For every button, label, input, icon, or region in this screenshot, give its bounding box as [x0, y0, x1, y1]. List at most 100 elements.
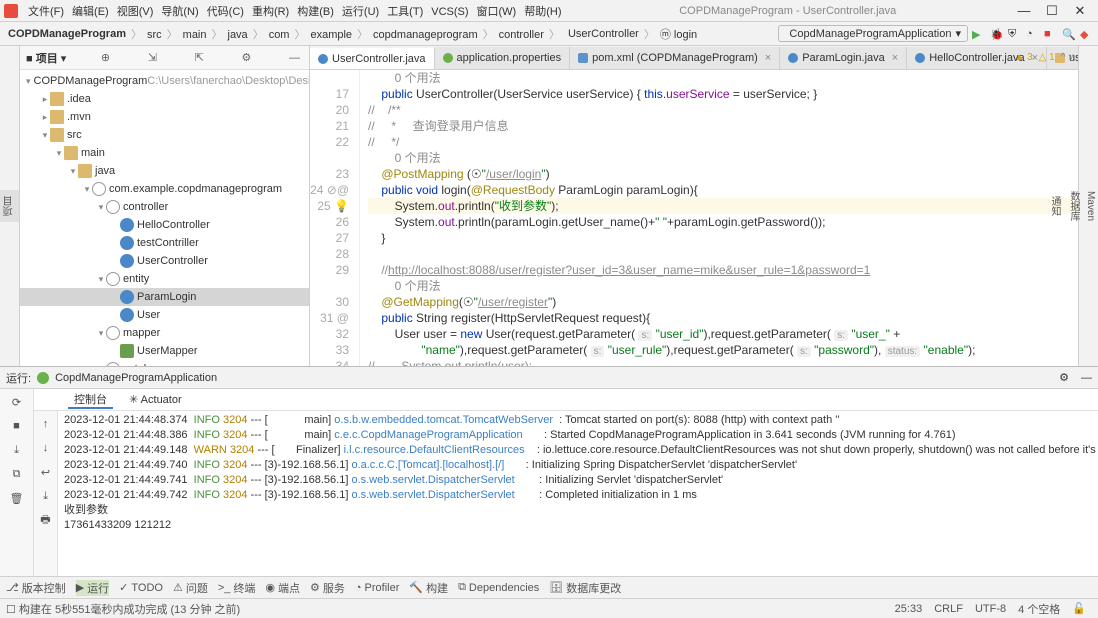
- side-tab-notifications[interactable]: 通知: [1045, 190, 1064, 222]
- bottom-tool-TODO[interactable]: ✓ TODO: [119, 581, 163, 594]
- run-hide-icon[interactable]: —: [1081, 372, 1092, 384]
- tree-node[interactable]: User: [20, 306, 309, 324]
- menu-item[interactable]: 导航(N): [157, 6, 202, 18]
- file-encoding[interactable]: UTF-8: [969, 603, 1012, 615]
- bottom-tool-Profiler[interactable]: ◔ Profiler: [355, 582, 400, 594]
- bottom-tool-Dependencies[interactable]: ⧉ Dependencies: [458, 581, 539, 594]
- minimize-button[interactable]: —: [1010, 3, 1038, 18]
- breadcrumb-segment[interactable]: example: [308, 29, 354, 41]
- tree-node[interactable]: HelloController: [20, 216, 309, 234]
- indent-info[interactable]: 4 个空格: [1012, 601, 1066, 617]
- hide-icon[interactable]: —: [286, 52, 303, 64]
- caret-position[interactable]: 25:33: [889, 603, 929, 615]
- breadcrumb-method[interactable]: ⓜ login: [658, 26, 699, 42]
- tree-node[interactable]: UserMapper: [20, 342, 309, 360]
- coverage-button[interactable]: ⛨: [1008, 28, 1020, 40]
- close-button[interactable]: ✕: [1066, 3, 1094, 19]
- editor-tab[interactable]: UserController.java: [310, 48, 435, 70]
- bottom-tool-构建[interactable]: 🔨 构建: [409, 580, 448, 596]
- print-icon[interactable]: 🖶: [37, 511, 55, 529]
- search-icon[interactable]: 🔍: [1062, 28, 1074, 40]
- tree-node[interactable]: ▾java: [20, 162, 309, 180]
- run-tab-actuator[interactable]: ✳ Actuator: [123, 393, 188, 406]
- breadcrumb-segment[interactable]: java: [226, 29, 250, 41]
- expand-icon[interactable]: ⇲: [145, 51, 160, 64]
- exit-button[interactable]: ⤓: [8, 441, 26, 459]
- menu-item[interactable]: 窗口(W): [473, 6, 521, 18]
- menu-item[interactable]: 运行(U): [338, 6, 383, 18]
- bottom-tool-终端[interactable]: >_ 终端: [218, 580, 256, 596]
- maximize-button[interactable]: ☐: [1038, 3, 1066, 19]
- bottom-tool-端点[interactable]: ◉ 端点: [265, 580, 300, 596]
- settings-icon[interactable]: ⚙: [238, 51, 254, 64]
- run-button[interactable]: ▶: [972, 28, 984, 40]
- tree-node[interactable]: ▸.idea: [20, 90, 309, 108]
- menu-bar: 文件(F)编辑(E)视图(V)导航(N)代码(C)重构(R)构建(B)运行(U)…: [0, 0, 1098, 22]
- bottom-tool-问题[interactable]: ⚠ 问题: [173, 580, 208, 596]
- code-editor[interactable]: 172021222324 ⊘@25 💡262728293031 @3233343…: [310, 70, 1078, 366]
- breadcrumb-project[interactable]: COPDManageProgram: [6, 28, 128, 40]
- tree-node[interactable]: ParamLogin: [20, 288, 309, 306]
- run-tab-console[interactable]: 控制台: [68, 391, 113, 409]
- breadcrumb-segment[interactable]: com: [267, 29, 292, 41]
- close-tab-icon[interactable]: ×: [892, 52, 898, 64]
- debug-button[interactable]: 🐞: [990, 28, 1002, 40]
- tree-node[interactable]: ▾src: [20, 126, 309, 144]
- tree-node[interactable]: ▾COPDManageProgram C:\Users\fanerchao\De…: [20, 72, 309, 90]
- tree-node[interactable]: UserController: [20, 252, 309, 270]
- menu-item[interactable]: 重构(R): [248, 6, 293, 18]
- bottom-tool-服务[interactable]: ⚙ 服务: [310, 580, 345, 596]
- tree-node[interactable]: ▾controller: [20, 198, 309, 216]
- run-settings-icon[interactable]: ⚙: [1059, 371, 1069, 384]
- menu-item[interactable]: 帮助(H): [520, 6, 565, 18]
- menu-item[interactable]: 文件(F): [24, 6, 68, 18]
- breadcrumb-segment[interactable]: controller: [497, 29, 546, 41]
- tree-node[interactable]: ▾mapper: [20, 324, 309, 342]
- line-separator[interactable]: CRLF: [928, 603, 969, 615]
- editor-tab[interactable]: ParamLogin.java×: [780, 47, 907, 69]
- select-opened-icon[interactable]: ⊕: [98, 51, 113, 64]
- menu-item[interactable]: 构建(B): [293, 6, 338, 18]
- menu-item[interactable]: VCS(S): [427, 6, 472, 18]
- bottom-tool-版本控制[interactable]: ⎇ 版本控制: [6, 580, 66, 596]
- console-output[interactable]: 2023-12-01 21:44:48.374 INFO 3204 --- [ …: [58, 411, 1098, 576]
- scroll-up-icon[interactable]: ↑: [37, 415, 55, 433]
- menu-item[interactable]: 编辑(E): [68, 6, 113, 18]
- tree-node[interactable]: testContriller: [20, 234, 309, 252]
- bottom-tool-数据库更改[interactable]: 🗄 数据库更改: [549, 580, 621, 596]
- side-tab-maven[interactable]: Maven: [1083, 185, 1098, 227]
- tree-node[interactable]: ▾main: [20, 144, 309, 162]
- layout-button[interactable]: ⧉: [8, 465, 26, 483]
- stop-button[interactable]: ■: [1044, 28, 1056, 40]
- tree-node[interactable]: ▾entity: [20, 270, 309, 288]
- soft-wrap-icon[interactable]: ↩: [37, 463, 55, 481]
- menu-item[interactable]: 视图(V): [113, 6, 158, 18]
- breadcrumb-segment[interactable]: src: [145, 29, 164, 41]
- tree-node[interactable]: ▾com.example.copdmanageprogram: [20, 180, 309, 198]
- stop-run-button[interactable]: ■: [8, 417, 26, 435]
- readonly-icon[interactable]: 🔓: [1066, 602, 1092, 615]
- inspection-summary[interactable]: ▲ 3 △ 1 ^ ˅: [1014, 52, 1074, 63]
- editor-tab[interactable]: pom.xml (COPDManageProgram)×: [570, 47, 780, 69]
- left-tool-stripe: 项目 书签 结构: [0, 46, 20, 366]
- project-tree[interactable]: ▾COPDManageProgram C:\Users\fanerchao\De…: [20, 70, 309, 366]
- side-tab-database[interactable]: 数据库: [1064, 185, 1083, 227]
- more-icon[interactable]: ◆: [1080, 28, 1092, 40]
- scroll-end-icon[interactable]: ⤓: [37, 487, 55, 505]
- scroll-down-icon[interactable]: ↓: [37, 439, 55, 457]
- close-tab-icon[interactable]: ×: [765, 52, 771, 64]
- rerun-button[interactable]: ⟳: [8, 393, 26, 411]
- menu-item[interactable]: 代码(C): [203, 6, 248, 18]
- breadcrumb-file[interactable]: UserController: [563, 28, 641, 40]
- breadcrumb-segment[interactable]: main: [181, 29, 209, 41]
- bottom-tool-运行[interactable]: ▶ 运行: [76, 580, 109, 596]
- run-config-selector[interactable]: CopdManageProgramApplication ▾: [778, 25, 968, 42]
- trash-button[interactable]: 🗑: [8, 489, 26, 507]
- profile-button[interactable]: ◔: [1026, 28, 1038, 40]
- breadcrumb-segment[interactable]: copdmanageprogram: [371, 29, 480, 41]
- editor-tab[interactable]: application.properties: [435, 47, 571, 69]
- side-tab-project[interactable]: 项目: [0, 190, 19, 222]
- collapse-icon[interactable]: ⇱: [192, 51, 207, 64]
- tree-node[interactable]: ▸.mvn: [20, 108, 309, 126]
- menu-item[interactable]: 工具(T): [383, 6, 427, 18]
